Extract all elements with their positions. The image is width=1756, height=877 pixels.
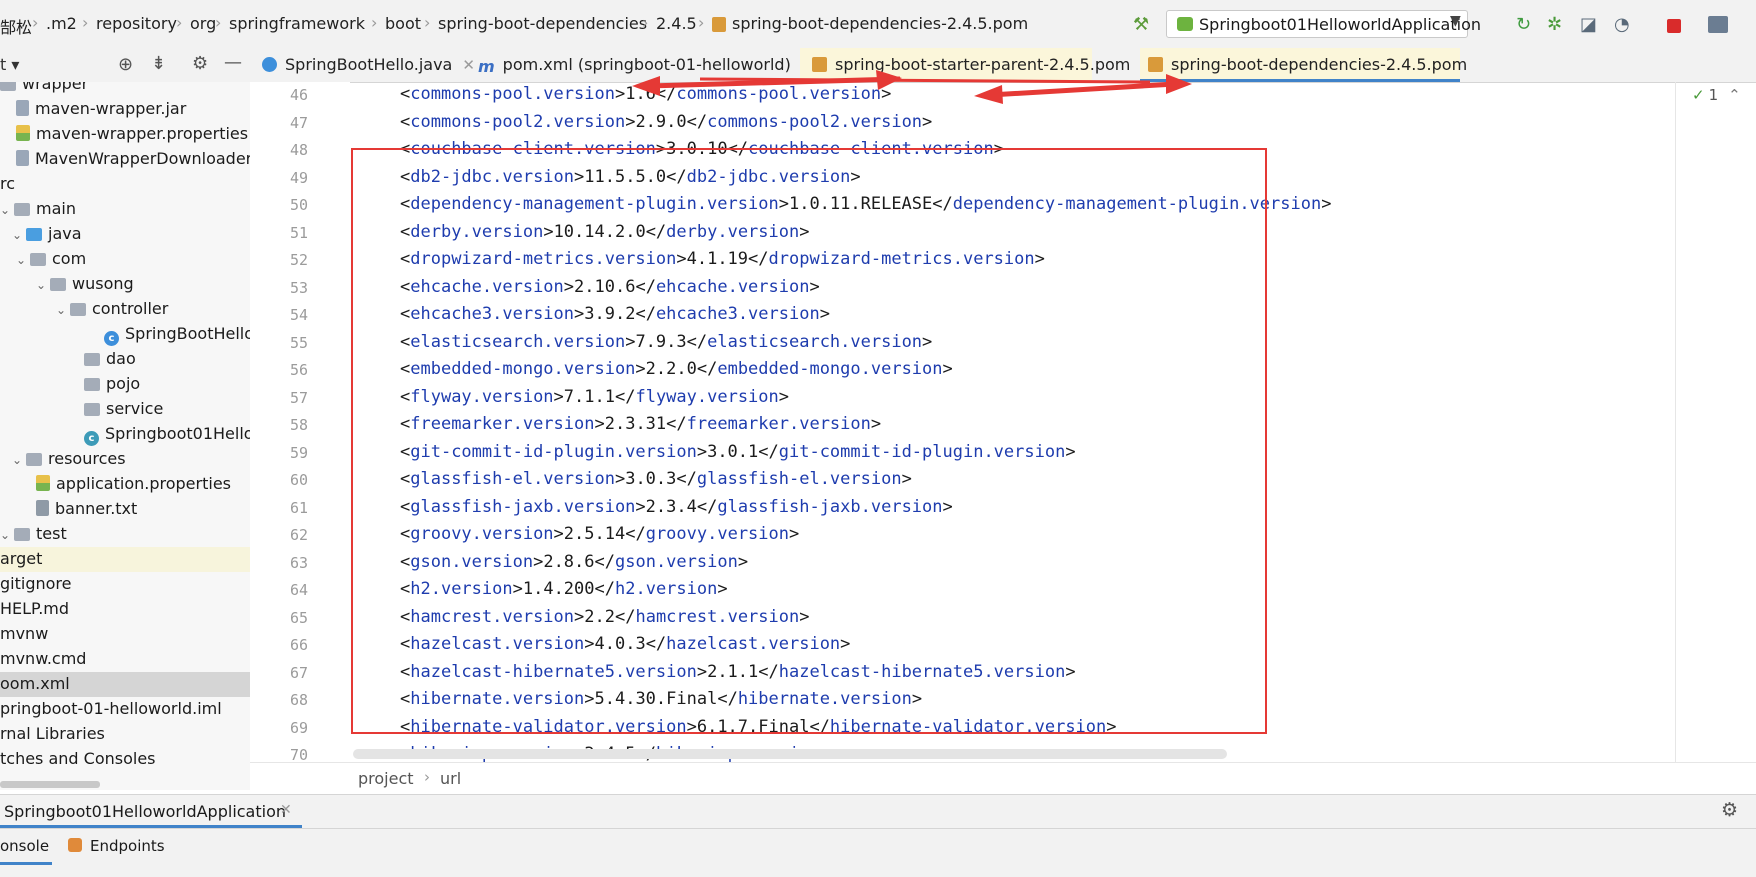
editor-breadcrumb: project › url <box>250 762 1756 795</box>
gear-icon[interactable]: ⚙ <box>1721 799 1738 821</box>
annotation-arrow <box>974 74 1192 104</box>
run-tool-window-header: Springboot01HelloworldApplication ✕ ⚙ <box>0 794 1756 829</box>
bottom-tool-tabs: onsole Endpoints <box>0 828 1756 877</box>
run-tab[interactable]: Springboot01HelloworldApplication ✕ <box>0 795 302 828</box>
run-tab-label: Springboot01HelloworldApplication <box>4 802 287 821</box>
endpoints-icon <box>68 838 82 852</box>
tab-console-label: onsole <box>0 837 50 855</box>
close-icon[interactable]: ✕ <box>280 802 292 818</box>
tab-endpoints-label: Endpoints <box>90 837 165 855</box>
annotation-arrow <box>632 70 902 96</box>
tab-console[interactable]: onsole <box>0 829 52 865</box>
chevron-right-icon: › <box>424 768 430 786</box>
breadcrumb-item-project[interactable]: project <box>358 769 414 788</box>
breadcrumb-item-url[interactable]: url <box>440 769 461 788</box>
annotation-arrows <box>632 70 1192 104</box>
